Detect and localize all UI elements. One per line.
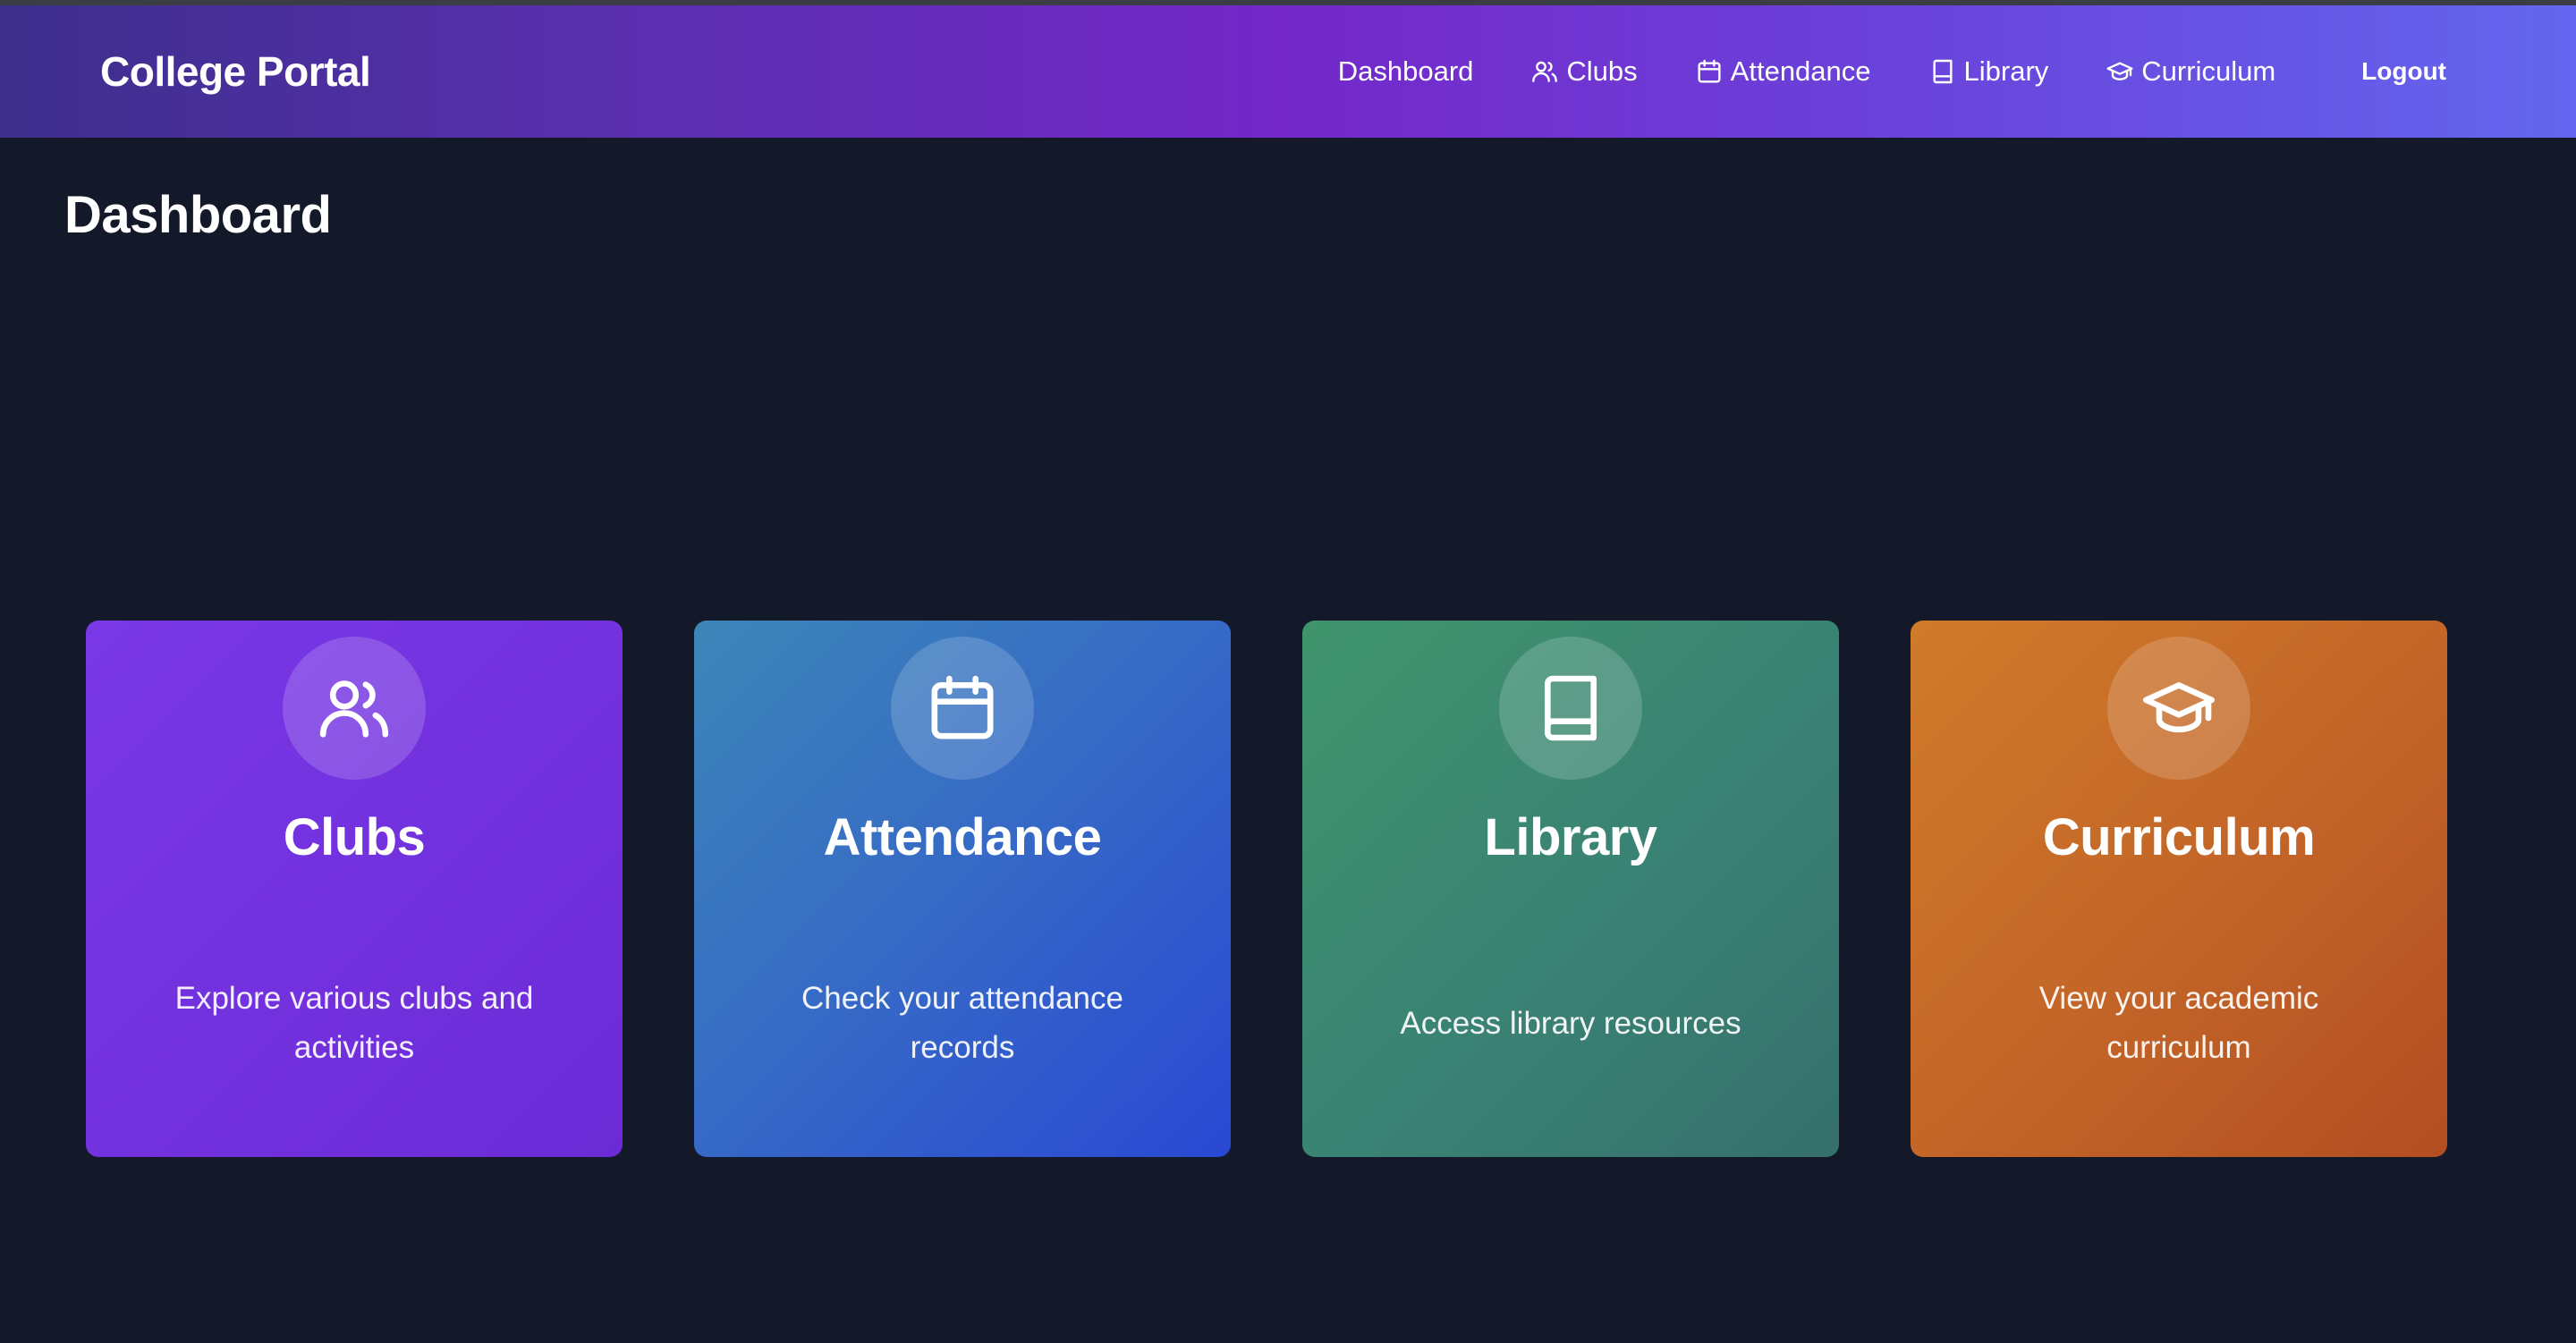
card-description: Check your attendance records	[801, 981, 1123, 1065]
card-curriculum[interactable]: Curriculum View your academic curriculum	[1911, 621, 2447, 1157]
card-title: Attendance	[823, 808, 1102, 866]
nav-link-label: Curriculum	[2141, 55, 2276, 87]
nav-link-label: Clubs	[1566, 55, 1638, 87]
card-icon-badge	[1499, 637, 1642, 780]
dashboard-cards: Clubs Explore various clubs and activiti…	[86, 621, 2447, 1157]
card-description: View your academic curriculum	[2038, 981, 2319, 1065]
card-icon-badge	[2107, 637, 2250, 780]
card-title: Clubs	[283, 808, 426, 866]
book-icon	[1932, 59, 1953, 84]
calendar-icon	[931, 675, 994, 739]
nav-links: Dashboard Clubs Attendance Library Curri…	[1338, 5, 2446, 138]
card-icon-badge	[891, 637, 1034, 780]
book-icon	[1545, 675, 1597, 741]
brand-logo[interactable]: College Portal	[100, 46, 371, 97]
nav-link-curriculum[interactable]: Curriculum	[2106, 54, 2275, 89]
calendar-icon	[1698, 59, 1721, 83]
card-clubs[interactable]: Clubs Explore various clubs and activiti…	[86, 621, 623, 1157]
nav-link-dashboard[interactable]: Dashboard	[1338, 54, 1474, 89]
graduation-cap-icon	[2143, 682, 2215, 733]
nav-link-library[interactable]: Library	[1928, 54, 2049, 89]
card-description: Explore various clubs and activities	[174, 981, 534, 1065]
users-icon	[319, 680, 389, 738]
navbar: College Portal Dashboard Clubs Attendanc…	[0, 5, 2576, 138]
nav-link-label: Dashboard	[1337, 55, 1474, 87]
logout-button[interactable]: Logout	[2361, 57, 2446, 86]
nav-link-attendance[interactable]: Attendance	[1695, 54, 1871, 89]
card-attendance[interactable]: Attendance Check your attendance records	[694, 621, 1231, 1157]
users-icon	[1532, 61, 1558, 82]
nav-link-label: Attendance	[1730, 55, 1871, 87]
card-description: Access library resources	[1400, 1005, 1741, 1041]
nav-link-label: Library	[1963, 55, 2049, 87]
card-icon-badge	[283, 637, 426, 780]
card-title: Library	[1484, 808, 1657, 866]
graduation-cap-icon	[2106, 62, 2133, 80]
page-title: Dashboard	[64, 186, 332, 244]
card-library[interactable]: Library Access library resources	[1302, 621, 1839, 1157]
nav-link-clubs[interactable]: Clubs	[1530, 54, 1638, 89]
card-title: Curriculum	[2042, 808, 2316, 866]
